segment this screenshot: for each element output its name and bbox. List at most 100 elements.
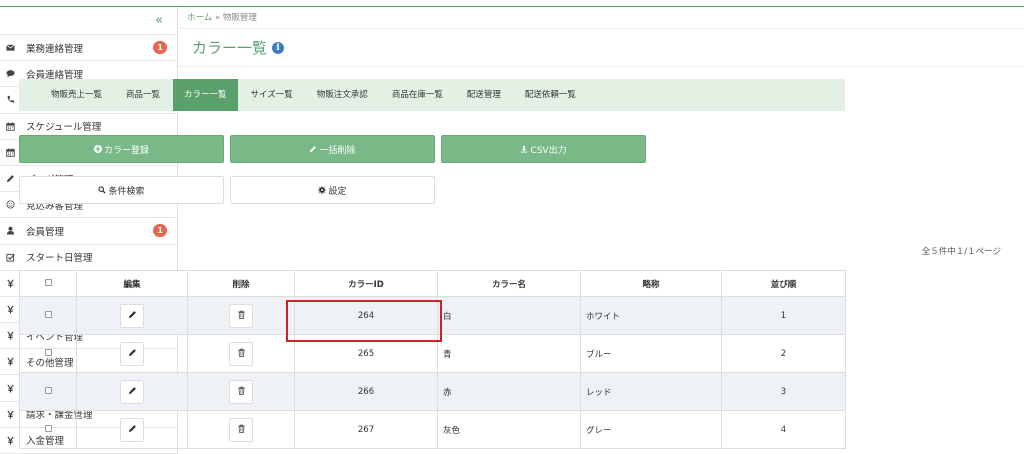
delete-button[interactable]: [229, 341, 253, 366]
sidebar-item[interactable]: 会員管理 1: [0, 218, 177, 245]
delete-button[interactable]: [229, 303, 253, 328]
sidebar-item-label: スタート日管理: [26, 253, 93, 265]
edit-button[interactable]: [120, 417, 144, 442]
select-all-checkbox[interactable]: [44, 278, 52, 286]
row-checkbox[interactable]: [44, 348, 52, 356]
add-color-button[interactable]: カラー登録: [19, 135, 224, 163]
csv-export-button[interactable]: CSV出力: [441, 135, 646, 163]
header-edit: 編集: [76, 270, 188, 297]
settings-label: 設定: [328, 186, 347, 197]
pencil-icon: [128, 386, 137, 398]
pencil-icon: [128, 424, 137, 436]
color-name-cell: 白: [437, 296, 581, 335]
envelope-icon: [6, 43, 22, 52]
breadcrumb-separator: »: [214, 13, 221, 23]
search-label: 条件検索: [108, 186, 145, 197]
table-row: 264 白ホワイト 1: [19, 296, 846, 335]
sidebar-item-label: 業務連絡管理: [26, 43, 84, 55]
row-checkbox[interactable]: [44, 386, 52, 394]
delete-cell: [187, 334, 295, 373]
edit-button[interactable]: [120, 341, 144, 366]
pencil-icon: [310, 145, 317, 153]
pencil-icon: [128, 310, 137, 322]
tab-item[interactable]: 商品一覧: [115, 79, 171, 111]
delete-button[interactable]: [229, 379, 253, 404]
csv-export-label: CSV出力: [530, 145, 567, 156]
notification-badge: 1: [153, 41, 167, 54]
user-icon: [6, 226, 22, 235]
sort-order-cell: 2: [721, 334, 846, 373]
tab-item[interactable]: カラー一覧: [173, 79, 238, 111]
row-select-cell: [19, 296, 77, 335]
delete-button[interactable]: [229, 417, 253, 442]
search-icon: [98, 186, 107, 194]
header-color-name[interactable]: カラー名: [437, 270, 581, 297]
tab-item[interactable]: 物販注文承認: [306, 79, 379, 111]
row-checkbox[interactable]: [44, 424, 52, 432]
table-header-row: 編集 削除 カラーID カラー名 略称 並び順: [19, 270, 846, 297]
color-id-cell: 266: [294, 372, 438, 411]
tab-item[interactable]: 物販売上一覧: [40, 79, 113, 111]
edit-cell: [76, 296, 188, 335]
color-name-cell: 青: [437, 334, 581, 373]
tab-item[interactable]: 配送依頼一覧: [514, 79, 587, 111]
double-chevron-left-icon: «: [155, 13, 163, 28]
search-button[interactable]: 条件検索: [19, 176, 224, 204]
pagination-count: 全５件中１/１ページ: [921, 247, 1001, 257]
plus-circle-icon: [93, 145, 102, 153]
settings-button[interactable]: 設定: [230, 176, 435, 204]
tab-item[interactable]: 商品在庫一覧: [381, 79, 454, 111]
bulk-delete-label: 一括削除: [319, 145, 356, 156]
sidebar-item-label: スケジュール管理: [26, 122, 102, 134]
row-checkbox[interactable]: [44, 310, 52, 318]
sidebar-item[interactable]: スタート日管理: [0, 245, 177, 271]
edit-button[interactable]: [120, 303, 144, 328]
delete-cell: [187, 372, 295, 411]
trash-icon: [237, 386, 246, 398]
trash-icon: [237, 310, 246, 322]
delete-cell: [187, 410, 295, 449]
breadcrumb-current: 物販管理: [222, 13, 257, 23]
row-select-cell: [19, 372, 77, 411]
header-delete: 削除: [187, 270, 295, 297]
sidebar-item[interactable]: 業務連絡管理 1: [0, 35, 177, 62]
header-sort-order[interactable]: 並び順: [721, 270, 846, 297]
sort-order-cell: 4: [721, 410, 846, 449]
edit-cell: [76, 334, 188, 373]
delete-cell: [187, 296, 295, 335]
color-table: 編集 削除 カラーID カラー名 略称 並び順 264 白ホワイト 1 265 青ブルー…: [19, 270, 846, 449]
header-color-id[interactable]: カラーID: [294, 270, 438, 297]
edit-cell: [76, 372, 188, 411]
header-abbreviation[interactable]: 略称: [580, 270, 722, 297]
filter-buttons: 条件検索 設定: [19, 176, 435, 204]
action-buttons: カラー登録 一括削除 CSV出力: [19, 135, 646, 163]
abbreviation-cell: レッド: [580, 372, 722, 411]
row-select-cell: [19, 334, 77, 373]
table-row: 266 赤レッド 3: [19, 372, 846, 411]
select-all-header: [19, 270, 77, 297]
color-name-cell: 灰色: [437, 410, 581, 449]
edit-button[interactable]: [120, 379, 144, 404]
tab-item[interactable]: 配送管理: [456, 79, 512, 111]
trash-icon: [237, 348, 246, 360]
bulk-delete-button[interactable]: 一括削除: [230, 135, 435, 163]
page-header: カラー一覧 i: [179, 29, 1024, 67]
trash-icon: [237, 424, 246, 436]
sort-order-cell: 1: [721, 296, 846, 335]
tab-item[interactable]: サイズ一覧: [240, 79, 304, 111]
table-row: 267 灰色 グレー 4: [19, 410, 846, 449]
color-id-cell: 267: [294, 410, 438, 449]
breadcrumb-home-link[interactable]: ホーム: [187, 13, 212, 23]
color-id-cell: 264: [294, 296, 438, 335]
collapse-sidebar-button[interactable]: «: [0, 7, 177, 34]
color-id-cell: 265: [294, 334, 438, 373]
abbreviation-cell: グレー: [580, 410, 722, 449]
top-bar: [0, 0, 1024, 7]
add-color-label: カラー登録: [103, 145, 149, 156]
info-icon[interactable]: i: [272, 41, 285, 54]
comment-icon: [6, 69, 22, 78]
abbreviation-cell: ブルー: [580, 334, 722, 373]
table-row: 265 青ブルー 2: [19, 334, 846, 373]
breadcrumb: ホーム » 物販管理: [179, 7, 1024, 29]
notification-badge: 1: [153, 224, 167, 238]
